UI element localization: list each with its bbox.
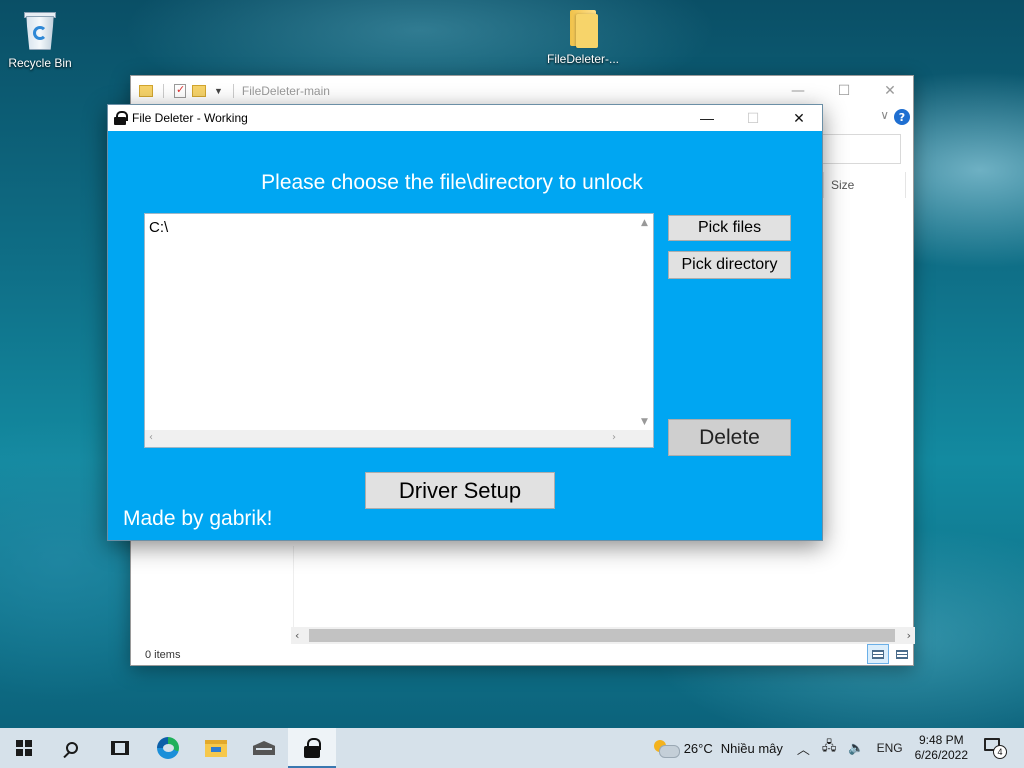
list-item[interactable]: C:\ — [149, 219, 168, 236]
details-view-icon — [872, 650, 884, 659]
file-deleter-window-controls: — ☐ ✕ — [684, 105, 822, 131]
scroll-left-icon[interactable]: ‹ — [295, 627, 299, 644]
clock-time: 9:48 PM — [918, 733, 964, 747]
mail-icon — [253, 741, 275, 755]
scroll-down-icon[interactable]: ▼ — [641, 417, 648, 427]
navigation-pane-divider[interactable] — [293, 546, 294, 636]
page-heading: Please choose the file\directory to unlo… — [261, 171, 643, 194]
customize-toolbar-dropdown-icon[interactable]: ▼ — [214, 86, 223, 96]
vertical-scrollbar[interactable]: ▲ ▼ — [638, 214, 653, 431]
close-button[interactable]: ✕ — [776, 105, 822, 131]
lock-app-icon — [304, 738, 321, 758]
folder-icon — [139, 85, 153, 97]
explorer-window-controls: — ☐ ✕ — [775, 76, 913, 106]
search-input[interactable] — [815, 134, 901, 164]
taskbar-app-mail[interactable] — [240, 728, 288, 768]
column-header-size[interactable]: Size — [831, 178, 854, 192]
taskbar-app-file-deleter[interactable] — [288, 728, 336, 768]
folder-icon — [568, 8, 598, 48]
network-icon[interactable]: 🖧 — [822, 737, 837, 759]
explorer-title: FileDeleter-main — [241, 84, 330, 98]
taskbar: 26°C Nhiều mây ︿ 🖧 🔈 ENG 9:48 PM 6/26/20… — [0, 728, 1024, 768]
search-button[interactable] — [48, 728, 96, 768]
show-hidden-icons-icon[interactable]: ︿ — [797, 739, 810, 758]
minimize-button[interactable]: — — [775, 76, 821, 106]
file-explorer-icon — [205, 739, 227, 757]
volume-icon[interactable]: 🔈 — [848, 740, 864, 756]
input-language[interactable]: ENG — [877, 741, 903, 755]
details-view-button[interactable] — [867, 644, 889, 664]
task-view-button[interactable] — [96, 728, 144, 768]
weather-temperature[interactable]: 26°C — [684, 741, 713, 756]
system-tray: 26°C Nhiều mây ︿ 🖧 🔈 ENG 9:48 PM 6/26/20… — [653, 728, 1024, 768]
delete-button[interactable]: Delete — [668, 419, 791, 456]
credit-label: Made by gabrik! — [123, 507, 273, 530]
scroll-left-icon[interactable]: ‹ — [149, 432, 153, 443]
recycle-bin-icon — [20, 8, 60, 52]
file-deleter-window[interactable]: File Deleter - Working — ☐ ✕ Please choo… — [107, 104, 823, 541]
maximize-button[interactable]: ☐ — [821, 76, 867, 106]
help-icon[interactable]: ? — [894, 109, 910, 125]
taskbar-app-edge[interactable] — [144, 728, 192, 768]
scroll-right-icon[interactable]: › — [907, 627, 911, 644]
desktop-icon-label: Recycle Bin — [8, 56, 72, 70]
large-icons-view-button[interactable] — [891, 644, 913, 664]
taskbar-app-file-explorer[interactable] — [192, 728, 240, 768]
scroll-right-icon[interactable]: › — [612, 432, 616, 443]
minimize-button[interactable]: — — [684, 105, 730, 131]
large-icons-view-icon — [896, 650, 908, 659]
status-item-count: 0 items — [145, 649, 181, 661]
edge-icon — [157, 737, 179, 759]
weather-condition[interactable]: Nhiều mây — [721, 741, 783, 756]
horizontal-scrollbar[interactable]: ‹ › — [291, 627, 915, 644]
notification-count-badge: 4 — [993, 745, 1007, 759]
selected-paths-listbox[interactable]: C:\ ▲ ▼ ‹ › — [144, 213, 654, 448]
weather-icon[interactable] — [653, 740, 680, 758]
file-deleter-titlebar[interactable]: File Deleter - Working — ☐ ✕ — [108, 105, 822, 131]
clock[interactable]: 9:48 PM 6/26/2022 — [915, 733, 968, 763]
horizontal-scrollbar[interactable]: ‹ › — [145, 430, 638, 447]
task-view-icon — [111, 741, 129, 755]
driver-setup-button[interactable]: Driver Setup — [365, 472, 555, 509]
start-icon — [16, 740, 32, 756]
clock-date: 6/26/2022 — [914, 748, 968, 762]
action-center-button[interactable]: 4 — [982, 736, 1010, 760]
maximize-button: ☐ — [746, 109, 760, 126]
new-folder-icon[interactable] — [192, 85, 206, 97]
desktop-icon-filedeleter-folder[interactable]: FileDeleter-... — [543, 8, 623, 66]
desktop-icon-recycle-bin[interactable]: Recycle Bin — [0, 8, 80, 70]
desktop-icon-label: FileDeleter-... — [546, 52, 620, 66]
expand-ribbon-icon[interactable]: ∨ — [880, 108, 889, 122]
window-title: File Deleter - Working — [132, 111, 248, 125]
pick-directory-button[interactable]: Pick directory — [668, 251, 791, 279]
scroll-up-icon[interactable]: ▲ — [641, 218, 648, 228]
close-button[interactable]: ✕ — [867, 76, 913, 106]
lock-icon — [114, 111, 128, 125]
pick-files-button[interactable]: Pick files — [668, 215, 791, 241]
properties-icon[interactable] — [174, 83, 186, 98]
search-icon — [66, 742, 78, 754]
scrollbar-thumb[interactable] — [309, 629, 895, 642]
start-button[interactable] — [0, 728, 48, 768]
